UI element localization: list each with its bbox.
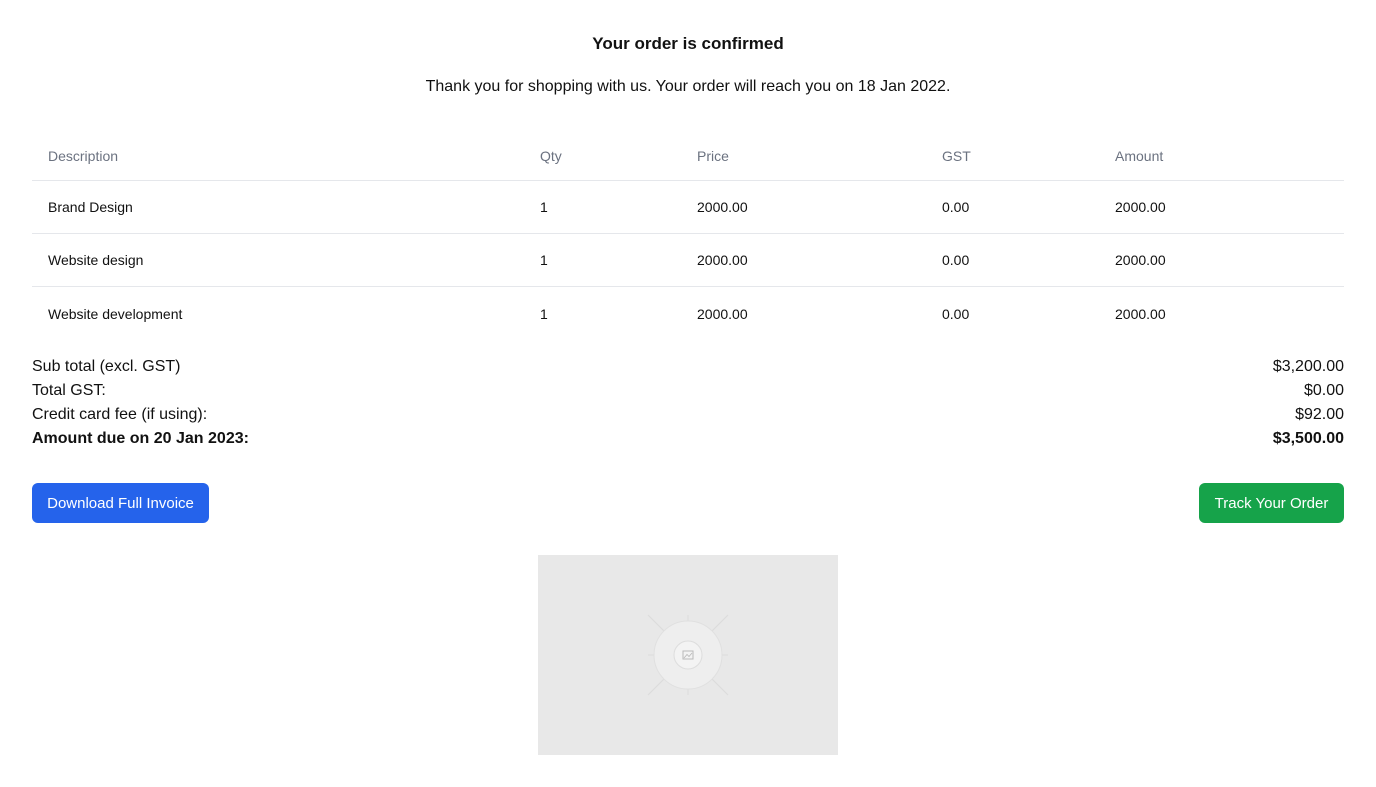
delivery-message: Thank you for shopping with us. Your ord… — [425, 78, 951, 95]
column-header-amount: Amount — [1115, 147, 1164, 164]
card-fee-label: Credit card fee (if using): — [32, 406, 208, 423]
gst-row: Total GST: $0.00 — [32, 380, 1344, 404]
item-description: Website design — [48, 252, 144, 268]
item-amount: 2000.00 — [1115, 199, 1166, 215]
amount-due-label: Amount due on 20 Jan 2023: — [32, 430, 249, 447]
amount-due-value: $3,500.00 — [1272, 430, 1344, 447]
table-header-row: Description Qty Price GST Amount — [32, 131, 1344, 181]
item-amount: 2000.00 — [1115, 305, 1166, 322]
column-header-price: Price — [697, 147, 729, 164]
item-description: Website development — [48, 305, 183, 322]
page-title: Your order is confirmed — [592, 34, 784, 53]
order-confirmation-page: Your order is confirmed Thank you for sh… — [0, 0, 1376, 787]
column-header-qty: Qty — [540, 147, 562, 164]
download-invoice-button[interactable]: Download Full Invoice — [32, 483, 209, 523]
item-amount: 2000.00 — [1115, 252, 1166, 268]
item-gst: 0.00 — [942, 305, 970, 322]
item-qty: 1 — [540, 199, 548, 215]
column-header-gst: GST — [942, 147, 971, 164]
table-row: Website design 1 2000.00 0.00 2000.00 — [32, 234, 1344, 287]
item-price: 2000.00 — [697, 305, 748, 322]
column-header-description: Description — [48, 147, 119, 164]
item-price: 2000.00 — [697, 252, 748, 268]
card-fee-row: Credit card fee (if using): $92.00 — [32, 404, 1344, 428]
item-qty: 1 — [540, 252, 548, 268]
item-gst: 0.00 — [942, 252, 970, 268]
gst-value: $0.00 — [1303, 382, 1344, 399]
item-price: 2000.00 — [697, 199, 748, 215]
amount-due-row: Amount due on 20 Jan 2023: $3,500.00 — [32, 428, 1344, 452]
item-description: Brand Design — [48, 199, 133, 215]
subtotal-row: Sub total (excl. GST) $3,200.00 — [32, 356, 1344, 380]
image-placeholder — [538, 555, 838, 755]
table-row: Website development 1 2000.00 0.00 2000.… — [32, 287, 1344, 340]
order-items-table: Description Qty Price GST Amount Brand D… — [32, 131, 1344, 340]
item-qty: 1 — [540, 305, 548, 322]
table-row: Brand Design 1 2000.00 0.00 2000.00 — [32, 181, 1344, 234]
subtotal-label: Sub total (excl. GST) — [32, 358, 181, 375]
order-totals: Sub total (excl. GST) $3,200.00 Total GS… — [32, 356, 1344, 452]
subtotal-value: $3,200.00 — [1272, 358, 1344, 375]
item-gst: 0.00 — [942, 199, 970, 215]
card-fee-value: $92.00 — [1295, 406, 1344, 423]
track-order-button[interactable]: Track Your Order — [1199, 483, 1344, 523]
gst-label: Total GST: — [32, 382, 106, 399]
image-placeholder-icon — [647, 614, 729, 696]
